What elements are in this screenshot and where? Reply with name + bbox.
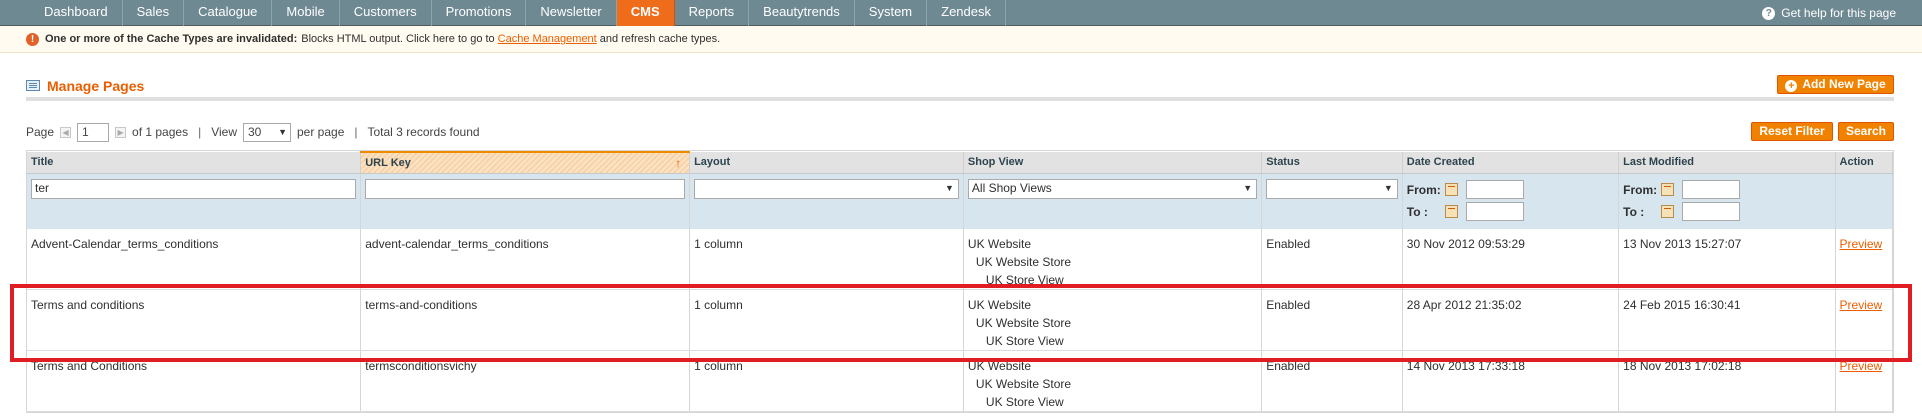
pager: Page ◀ 1 ▶ of 1 pages | View 30 per page… bbox=[26, 122, 480, 142]
message-text-end: and refresh cache types. bbox=[599, 33, 721, 45]
pages-grid: Title URL Key ↑ Layout Shop View Status D… bbox=[26, 150, 1894, 413]
col-last-modified[interactable]: Last Modified bbox=[1618, 152, 1836, 174]
per-page-select[interactable]: 30 bbox=[243, 122, 291, 142]
nav-item-sales[interactable]: Sales bbox=[123, 0, 185, 26]
store: UK Website Store bbox=[975, 377, 1072, 391]
sort-asc-icon: ↑ bbox=[675, 156, 682, 170]
nav-item-system[interactable]: System bbox=[855, 0, 928, 26]
calendar-icon[interactable] bbox=[1444, 205, 1458, 218]
plus-icon: + bbox=[1785, 80, 1798, 92]
header-row: Title URL Key ↑ Layout Shop View Status D… bbox=[27, 151, 1894, 174]
nav-item-mobile[interactable]: Mobile bbox=[272, 0, 340, 26]
prev-page-icon[interactable]: ◀ bbox=[60, 126, 72, 138]
created-to-input[interactable] bbox=[1465, 202, 1524, 221]
page-title: Manage Pages bbox=[47, 78, 145, 94]
cache-message: ! One or more of the Cache Types are inv… bbox=[0, 26, 1922, 53]
to-label: To : bbox=[1406, 204, 1428, 219]
add-new-page-button[interactable]: + Add New Page bbox=[1777, 75, 1894, 94]
cell-created: 30 Nov 2012 09:53:29 bbox=[1402, 229, 1620, 290]
cell-modified: 13 Nov 2013 15:27:07 bbox=[1618, 229, 1836, 290]
col-shop-view[interactable]: Shop View bbox=[963, 152, 1263, 174]
warning-icon: ! bbox=[26, 32, 39, 46]
nav-item-customers[interactable]: Customers bbox=[340, 0, 432, 26]
url-key-filter-input[interactable] bbox=[365, 178, 686, 199]
nav-item-catalogue[interactable]: Catalogue bbox=[184, 0, 273, 26]
modified-to-row: To : bbox=[1623, 201, 1830, 223]
cell-title: Advent-Calendar_terms_conditions bbox=[27, 229, 362, 290]
page-header: Manage Pages bbox=[26, 77, 1894, 101]
reset-filter-button[interactable]: Reset Filter bbox=[1751, 122, 1833, 141]
cache-management-link[interactable]: Cache Management bbox=[498, 33, 597, 45]
nav-menu: Dashboard Sales Catalogue Mobile Custome… bbox=[30, 0, 1006, 26]
col-status[interactable]: Status bbox=[1261, 152, 1403, 174]
page-input[interactable]: 1 bbox=[77, 122, 110, 142]
cell-shop-view: UK Website UK Website Store UK Store View bbox=[963, 229, 1263, 290]
col-url-key[interactable]: URL Key ↑ bbox=[360, 151, 691, 174]
created-from-row: From: bbox=[1407, 179, 1614, 201]
grid-icon bbox=[26, 80, 40, 91]
cell-layout: 1 column bbox=[689, 229, 964, 290]
col-url-key-label: URL Key bbox=[365, 156, 411, 169]
cell-status: Enabled bbox=[1261, 229, 1403, 290]
calendar-icon[interactable] bbox=[1661, 183, 1675, 196]
store: UK Website Store bbox=[975, 255, 1072, 269]
message-text: Blocks HTML output. Click here to go to bbox=[301, 33, 495, 45]
nav-item-zendesk[interactable]: Zendesk bbox=[927, 0, 1006, 26]
total-records: Total 3 records found bbox=[367, 125, 480, 139]
col-date-created[interactable]: Date Created bbox=[1402, 152, 1620, 174]
website: UK Website bbox=[967, 237, 1032, 251]
page-label: Page bbox=[26, 125, 55, 139]
from-label: From: bbox=[1406, 182, 1441, 197]
created-from-input[interactable] bbox=[1465, 180, 1524, 199]
calendar-icon[interactable] bbox=[1661, 205, 1675, 218]
to-label: To : bbox=[1623, 204, 1645, 219]
from-label: From: bbox=[1623, 182, 1658, 197]
top-navigation: Dashboard Sales Catalogue Mobile Custome… bbox=[0, 0, 1922, 26]
col-action: Action bbox=[1835, 152, 1894, 174]
modified-from-input[interactable] bbox=[1682, 180, 1741, 199]
title-filter-input[interactable]: ter bbox=[31, 178, 357, 199]
pager-separator: | bbox=[198, 125, 202, 139]
calendar-icon[interactable] bbox=[1444, 183, 1458, 196]
status-filter-select[interactable] bbox=[1266, 178, 1398, 199]
nav-item-dashboard[interactable]: Dashboard bbox=[30, 0, 123, 26]
nav-item-reports[interactable]: Reports bbox=[675, 0, 750, 26]
col-layout[interactable]: Layout bbox=[689, 152, 964, 174]
highlight-box bbox=[10, 284, 1912, 362]
next-page-icon[interactable]: ▶ bbox=[115, 126, 127, 138]
filter-row: ter All Shop Views From: To : From: To : bbox=[27, 173, 1894, 229]
created-to-row: To : bbox=[1407, 201, 1614, 223]
message-bold: One or more of the Cache Types are inval… bbox=[45, 33, 298, 45]
cell-url-key: advent-calendar_terms_conditions bbox=[360, 229, 691, 290]
modified-from-row: From: bbox=[1623, 179, 1830, 201]
preview-link[interactable]: Preview bbox=[1840, 237, 1883, 251]
help-link[interactable]: ? Get help for this page bbox=[1762, 0, 1896, 26]
nav-item-beautytrends[interactable]: Beautytrends bbox=[749, 0, 855, 26]
help-icon: ? bbox=[1762, 6, 1776, 20]
help-label: Get help for this page bbox=[1781, 6, 1896, 20]
view-label: View bbox=[211, 125, 237, 139]
store-view: UK Store View bbox=[985, 395, 1064, 409]
add-new-page-label: Add New Page bbox=[1802, 77, 1886, 91]
shop-view-filter-select[interactable]: All Shop Views bbox=[967, 178, 1258, 199]
search-button[interactable]: Search bbox=[1838, 122, 1894, 141]
nav-item-cms[interactable]: CMS bbox=[616, 0, 675, 26]
nav-item-promotions[interactable]: Promotions bbox=[432, 0, 527, 26]
nav-item-newsletter[interactable]: Newsletter bbox=[526, 0, 617, 26]
of-pages: of 1 pages bbox=[132, 125, 189, 139]
modified-to-input[interactable] bbox=[1682, 202, 1741, 221]
col-title[interactable]: Title bbox=[27, 152, 362, 174]
table-row[interactable]: Advent-Calendar_terms_conditions advent-… bbox=[27, 229, 1894, 290]
per-page-label: per page bbox=[297, 125, 345, 139]
layout-filter-select[interactable] bbox=[694, 178, 959, 199]
pager-separator-2: | bbox=[354, 125, 358, 139]
